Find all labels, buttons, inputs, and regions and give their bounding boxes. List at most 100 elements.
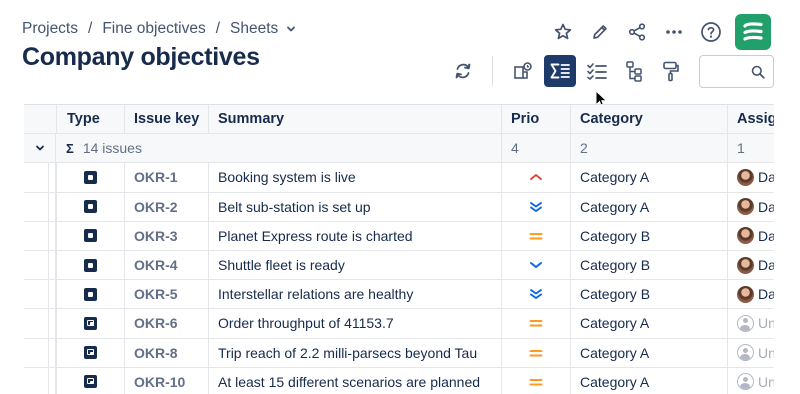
table-row[interactable]: OKR-8 Trip reach of 2.2 milli-parsecs bey…: [24, 338, 774, 368]
issue-key-link[interactable]: OKR-4: [134, 257, 178, 273]
issue-key-link[interactable]: OKR-5: [134, 286, 178, 302]
assignee-cell[interactable]: Da: [727, 192, 774, 221]
checklist-icon[interactable]: [581, 55, 613, 87]
issue-rows: OKR-1Booking system is liveCategory ADaO…: [24, 163, 774, 394]
category-cell[interactable]: Category A: [570, 192, 727, 221]
category-cell[interactable]: Category A: [570, 309, 727, 338]
group-summary-row: Σ 14 issues 4 2 1: [24, 134, 774, 164]
assignee-count: 1: [727, 134, 774, 163]
priority-high-icon: [529, 172, 543, 182]
hierarchy-view-icon[interactable]: [507, 55, 539, 87]
priority-cell[interactable]: [501, 309, 570, 338]
summary-cell[interactable]: Order throughput of 41153.7: [208, 309, 501, 338]
breadcrumb-fine-objectives[interactable]: Fine objectives: [102, 20, 205, 38]
column-header-assignee[interactable]: Assig: [727, 105, 774, 134]
issue-key-cell[interactable]: OKR-4: [124, 250, 208, 280]
issue-key-cell[interactable]: OKR-10: [124, 367, 208, 394]
epic-type-icon: [84, 258, 97, 272]
table-row[interactable]: OKR-10 At least 15 different scenarios ar…: [24, 367, 774, 394]
table-row[interactable]: OKR-1 Booking system is live Category A Da: [24, 163, 774, 193]
breadcrumb-separator: /: [88, 20, 93, 37]
issue-key-cell[interactable]: OKR-2: [124, 192, 208, 221]
priority-cell[interactable]: [501, 367, 570, 394]
category-cell[interactable]: Category B: [570, 250, 727, 280]
issue-key-link[interactable]: OKR-1: [134, 169, 178, 185]
chevron-down-icon[interactable]: [286, 24, 296, 34]
assignee-cell[interactable]: Un: [727, 309, 774, 338]
category-cell[interactable]: Category A: [570, 338, 727, 367]
category-cell[interactable]: Category B: [570, 280, 727, 309]
sum-icon[interactable]: [544, 55, 576, 87]
type-cell: [56, 367, 124, 394]
assignee-cell[interactable]: Un: [727, 367, 774, 394]
assignee-cell[interactable]: Da: [727, 163, 774, 192]
issues-count: 14 issues: [82, 140, 142, 157]
search-icon[interactable]: [751, 65, 765, 84]
more-icon[interactable]: [659, 17, 689, 47]
search-field[interactable]: [699, 55, 774, 88]
assignee-name: Da: [758, 198, 774, 215]
app-logo[interactable]: [735, 14, 771, 50]
priority-cell[interactable]: [501, 250, 570, 280]
summary-cell[interactable]: Trip reach of 2.2 milli-parsecs beyond T…: [208, 338, 501, 367]
refresh-icon[interactable]: [447, 55, 479, 87]
breadcrumb: Projects / Fine objectives / Sheets: [22, 20, 296, 38]
paint-roller-icon[interactable]: [655, 55, 687, 87]
summary-cell[interactable]: Shuttle fleet is ready: [208, 250, 501, 280]
share-icon[interactable]: [622, 17, 652, 47]
priority-cell[interactable]: [501, 221, 570, 250]
table-row[interactable]: OKR-6 Order throughput of 41153.7 Category…: [24, 309, 774, 339]
collapse-chevron-icon[interactable]: [24, 134, 56, 163]
column-header-category[interactable]: Category: [570, 105, 727, 134]
row-gutter: [24, 338, 56, 367]
row-gutter: [24, 192, 56, 221]
category-cell[interactable]: Category B: [570, 221, 727, 250]
breadcrumb-projects[interactable]: Projects: [22, 20, 78, 38]
category-cell[interactable]: Category A: [570, 367, 727, 394]
pencil-icon[interactable]: [585, 17, 615, 47]
issue-key-link[interactable]: OKR-8: [134, 345, 178, 361]
assignee-cell[interactable]: Da: [727, 280, 774, 309]
column-header-prio[interactable]: Prio: [501, 105, 570, 134]
priority-medium-icon: [529, 318, 543, 328]
issue-key-cell[interactable]: OKR-1: [124, 163, 208, 192]
priority-low-icon: [529, 260, 543, 270]
category-cell[interactable]: Category A: [570, 163, 727, 192]
priority-lowest-icon: [529, 201, 543, 213]
table-row[interactable]: OKR-4 Shuttle fleet is ready Category B Da: [24, 250, 774, 281]
column-header-issue-key[interactable]: Issue key: [124, 105, 208, 134]
priority-cell[interactable]: [501, 338, 570, 367]
issue-key-link[interactable]: OKR-2: [134, 199, 178, 215]
star-icon[interactable]: [548, 17, 578, 47]
summary-cell[interactable]: Planet Express route is charted: [208, 221, 501, 250]
column-header-type[interactable]: Type: [56, 105, 124, 134]
issue-key-link[interactable]: OKR-3: [134, 228, 178, 244]
priority-cell[interactable]: [501, 192, 570, 221]
tree-icon[interactable]: [618, 55, 650, 87]
summary-cell[interactable]: Belt sub-station is set up: [208, 192, 501, 221]
assignee-cell[interactable]: Un: [727, 338, 774, 367]
column-header-summary[interactable]: Summary: [208, 105, 501, 134]
summary-cell[interactable]: Booking system is live: [208, 163, 501, 192]
issue-key-link[interactable]: OKR-10: [134, 374, 185, 390]
table-row[interactable]: OKR-3 Planet Express route is charted Cate…: [24, 221, 774, 251]
assignee-cell[interactable]: Da: [727, 221, 774, 250]
issue-key-cell[interactable]: OKR-3: [124, 221, 208, 250]
issue-key-link[interactable]: OKR-6: [134, 315, 178, 331]
issue-key-cell[interactable]: OKR-6: [124, 309, 208, 338]
priority-medium-icon: [529, 348, 543, 358]
priority-cell[interactable]: [501, 280, 570, 309]
assignee-cell[interactable]: Da: [727, 250, 774, 280]
table-row[interactable]: OKR-5 Interstellar relations are healthy C…: [24, 280, 774, 310]
table-row[interactable]: OKR-2 Belt sub-station is set up Category …: [24, 192, 774, 222]
summary-cell[interactable]: Interstellar relations are healthy: [208, 280, 501, 309]
breadcrumb-sheets[interactable]: Sheets: [230, 20, 278, 38]
help-icon[interactable]: [696, 17, 726, 47]
summary-cell[interactable]: At least 15 different scenarios are plan…: [208, 367, 501, 394]
assignee-name: Un: [758, 344, 774, 361]
issue-key-cell[interactable]: OKR-8: [124, 338, 208, 367]
row-gutter: [24, 367, 56, 394]
issue-key-cell[interactable]: OKR-5: [124, 280, 208, 309]
priority-cell[interactable]: [501, 163, 570, 192]
search-input[interactable]: [706, 56, 754, 87]
